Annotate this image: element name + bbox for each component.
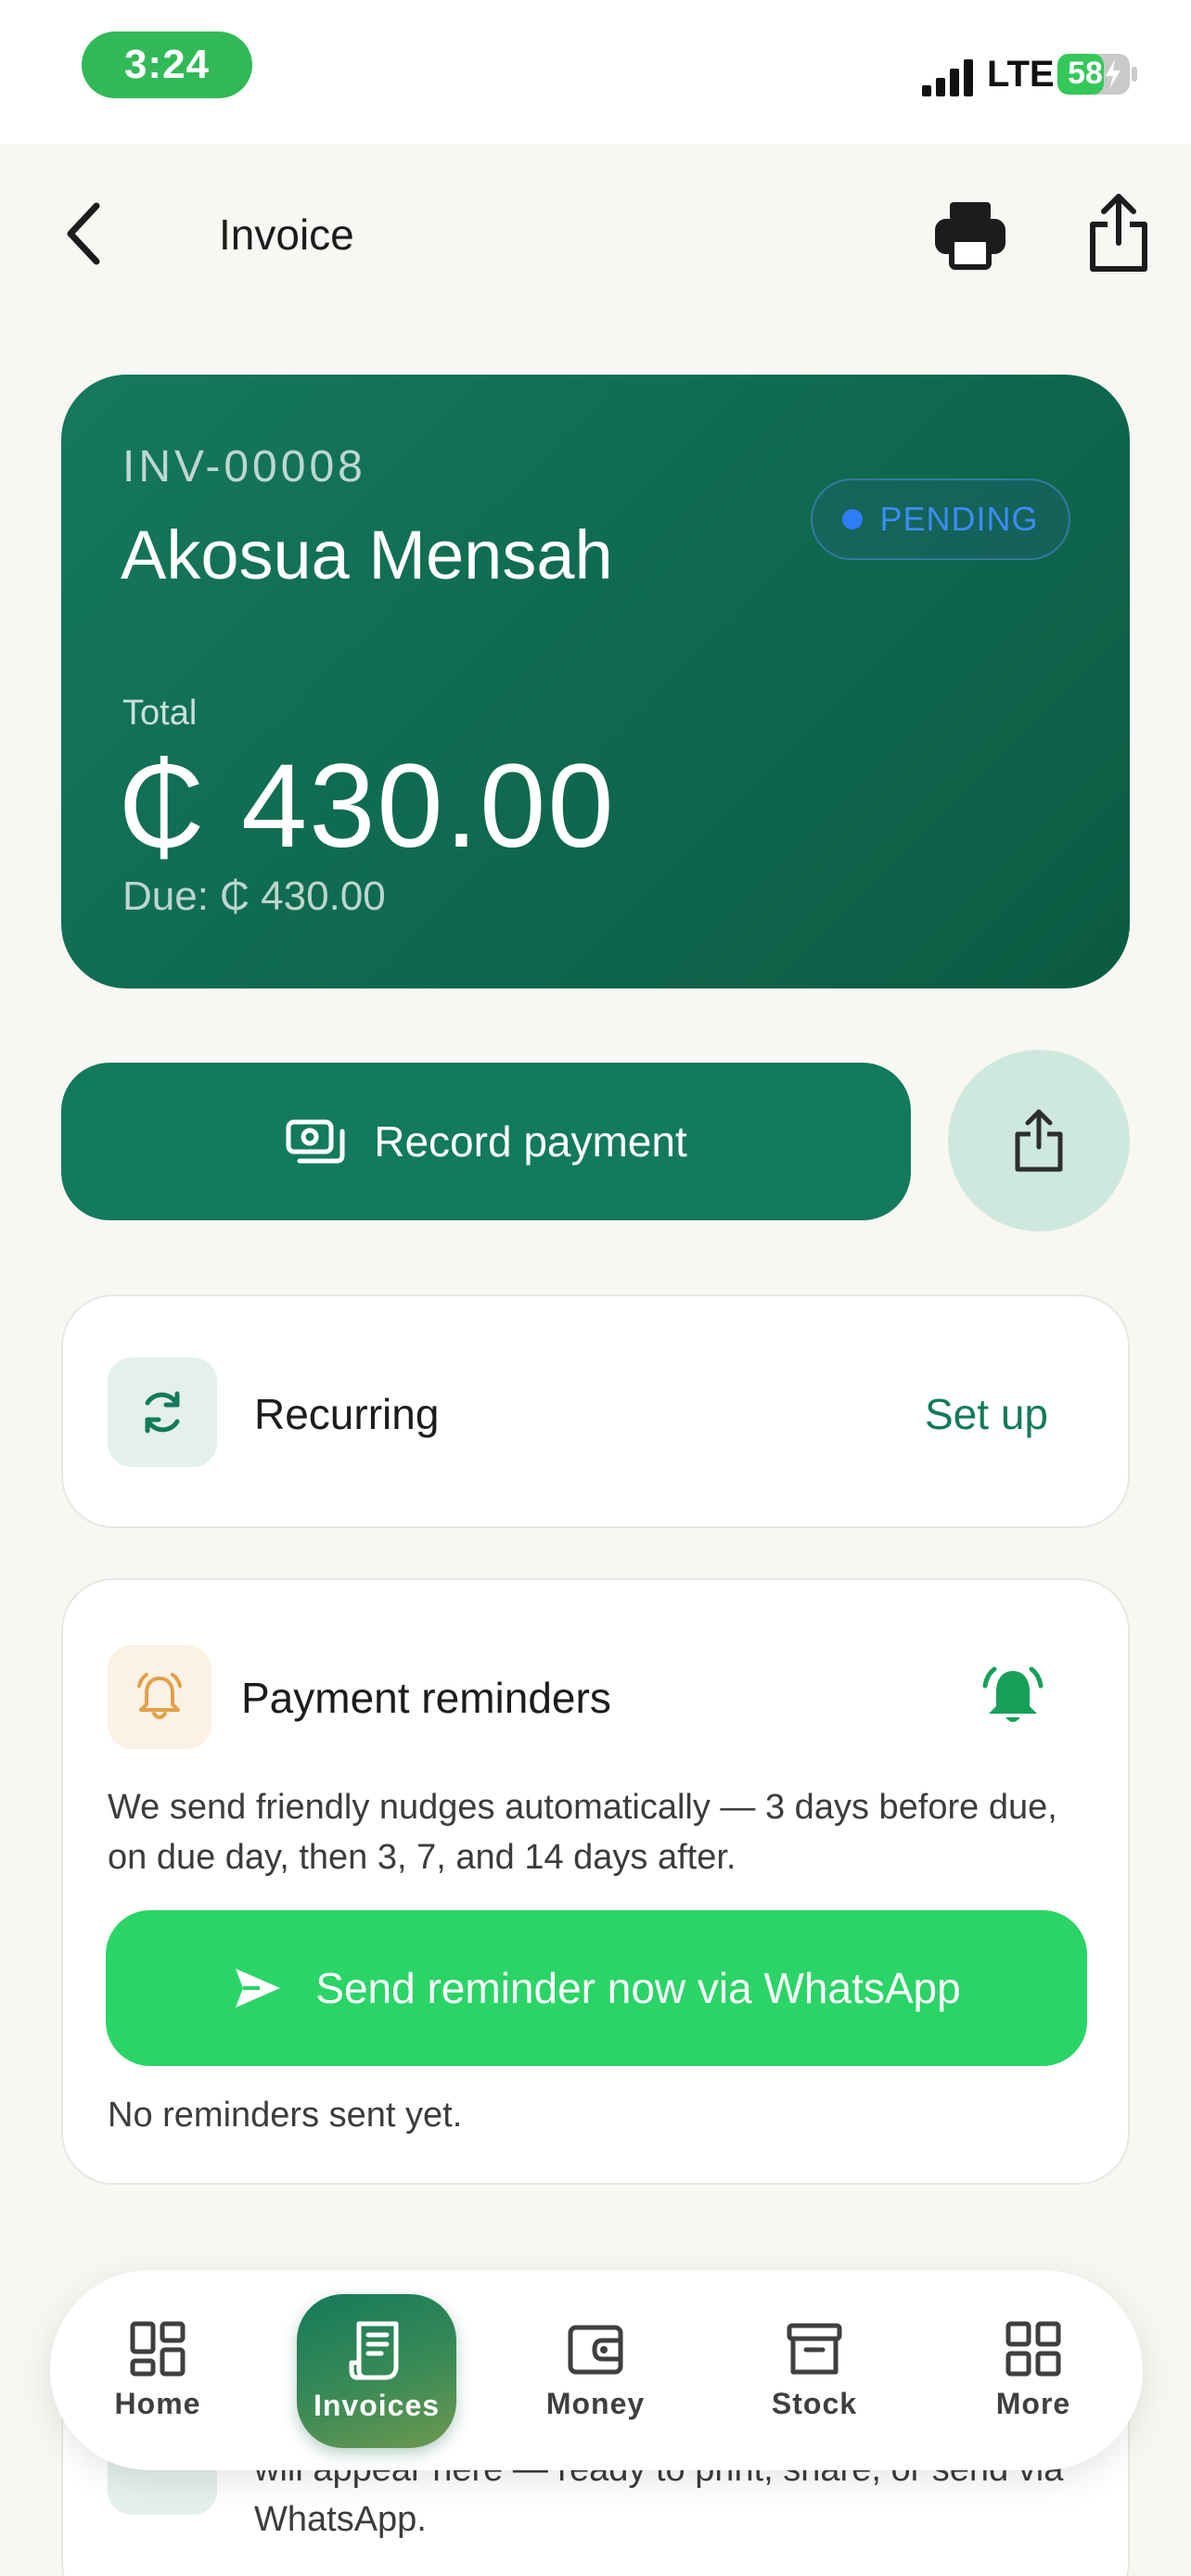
- archive-box-icon: [787, 2323, 842, 2374]
- tab-invoices-label: Invoices: [313, 2388, 441, 2422]
- share-icon: [1015, 1109, 1063, 1172]
- invoice-number: INV-00008: [122, 442, 366, 491]
- tab-home[interactable]: Home: [65, 2270, 250, 2470]
- tab-more-label: More: [995, 2386, 1071, 2420]
- share-invoice-button[interactable]: [948, 1050, 1130, 1231]
- record-payment-label: Record payment: [374, 1117, 687, 1166]
- status-badge: PENDING: [811, 478, 1070, 560]
- refresh-icon: [145, 1391, 180, 1434]
- send-reminder-label: Send reminder now via WhatsApp: [315, 1964, 961, 2012]
- receipt-icon: [349, 2321, 399, 2379]
- tab-money-label: Money: [545, 2386, 646, 2420]
- cellular-signal-icon: [922, 59, 973, 96]
- no-reminders-text: No reminders sent yet.: [108, 2096, 463, 2135]
- due-amount: Due: ₵ 430.00: [122, 874, 386, 919]
- payment-reminders-card: Payment reminders We send friendly nudge…: [61, 1578, 1130, 2185]
- grid-icon: [1005, 2321, 1061, 2376]
- status-time: 3:24: [82, 32, 252, 98]
- battery-level: 58: [1068, 56, 1103, 91]
- back-arrow-icon[interactable]: [56, 197, 115, 271]
- client-name: Akosua Mensah: [121, 516, 613, 593]
- record-payment-button[interactable]: Record payment: [61, 1063, 911, 1220]
- send-icon: [236, 1969, 281, 2008]
- tab-home-label: Home: [114, 2386, 201, 2420]
- reminders-title: Payment reminders: [241, 1674, 611, 1722]
- total-amount: ₵ 430.00: [119, 740, 616, 873]
- tab-more[interactable]: More: [941, 2270, 1126, 2470]
- tab-invoices[interactable]: Invoices: [297, 2294, 456, 2448]
- tab-stock-label: Stock: [771, 2386, 858, 2420]
- home-grid-icon: [130, 2321, 186, 2376]
- setup-recurring-link[interactable]: Set up: [925, 1389, 1048, 1439]
- status-dot-icon: [842, 509, 864, 529]
- cash-icon: [286, 1119, 345, 1164]
- total-label: Total: [122, 694, 198, 733]
- wallet-icon: [568, 2325, 623, 2374]
- status-text: PENDING: [879, 500, 1039, 538]
- printer-icon[interactable]: [933, 197, 1007, 271]
- share-icon[interactable]: [1082, 191, 1156, 274]
- invoice-summary-card: INV-00008 Akosua Mensah PENDING Total ₵ …: [61, 375, 1130, 988]
- recurring-card[interactable]: Recurring Set up: [61, 1294, 1130, 1528]
- reminders-bell-toggle-icon[interactable]: [978, 1662, 1048, 1732]
- reminder-icon-box: [108, 1645, 211, 1749]
- recurring-label: Recurring: [254, 1390, 440, 1438]
- reminders-description: We send friendly nudges automatically — …: [108, 1788, 1057, 1877]
- bell-ringing-icon: [137, 1673, 182, 1719]
- network-type: LTE: [987, 54, 1055, 95]
- page-title: Invoice: [219, 210, 354, 259]
- tab-money[interactable]: Money: [503, 2270, 688, 2470]
- send-whatsapp-reminder-button[interactable]: Send reminder now via WhatsApp: [106, 1910, 1087, 2066]
- status-bar: 3:24 LTE 58: [0, 0, 1191, 145]
- bottom-tab-bar: Home Invoices Money Stock More: [50, 2270, 1143, 2470]
- tab-stock[interactable]: Stock: [722, 2270, 907, 2470]
- recurring-icon-box: [108, 1358, 217, 1467]
- header: Invoice: [0, 145, 1191, 321]
